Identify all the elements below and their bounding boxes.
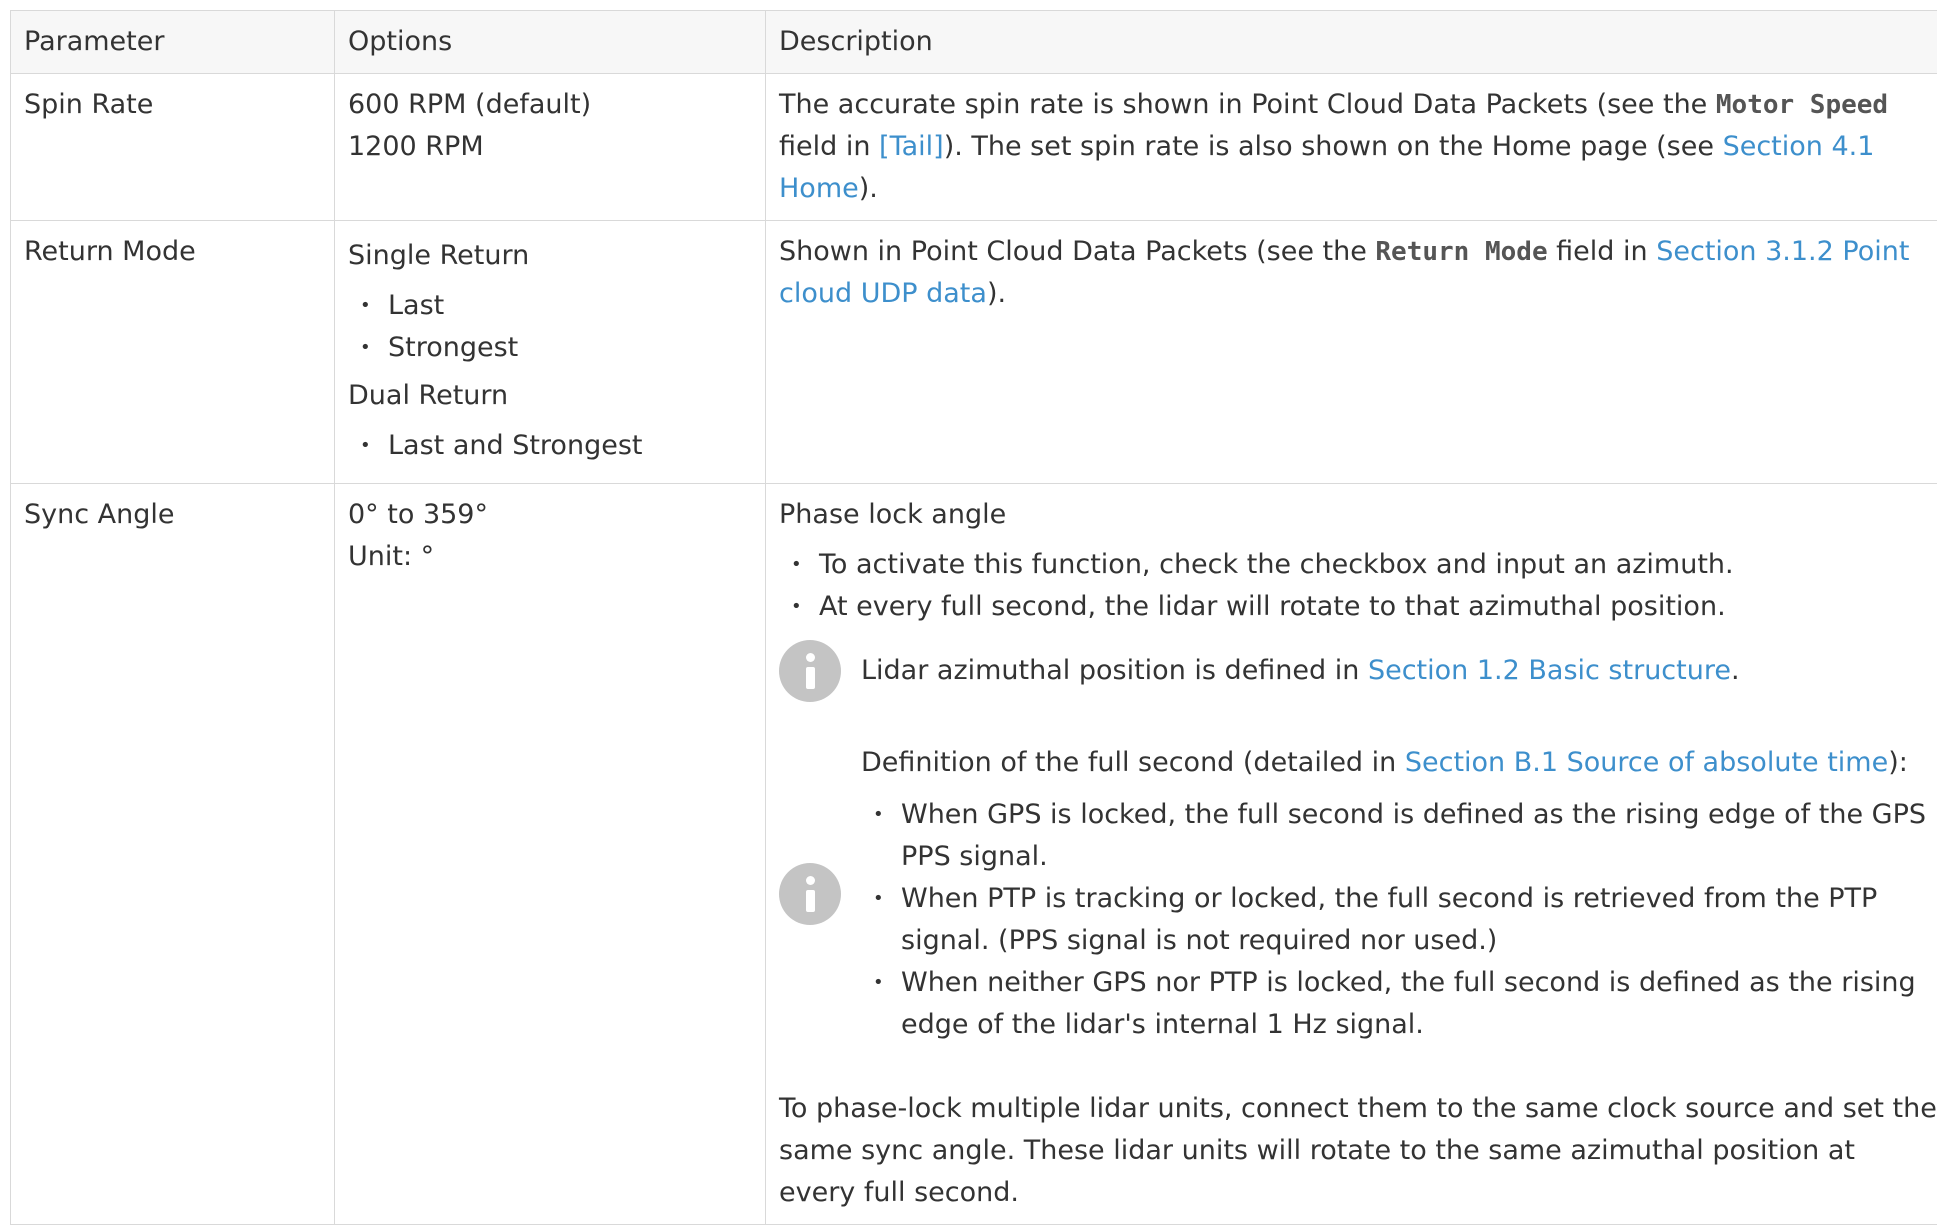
option-value: 600 RPM (default) xyxy=(348,84,752,126)
list-item: When GPS is locked, the full second is d… xyxy=(861,794,1937,878)
tail-link[interactable]: [Tail] xyxy=(879,131,944,162)
list-item: When PTP is tracking or locked, the full… xyxy=(861,878,1937,962)
parameter-cell: Return Mode xyxy=(11,221,335,484)
parameter-cell: Spin Rate xyxy=(11,74,335,221)
note-text-part: ): xyxy=(1888,747,1908,778)
note-text: Lidar azimuthal position is defined in S… xyxy=(861,650,1937,692)
list-item: At every full second, the lidar will rot… xyxy=(779,586,1937,628)
note-box: Definition of the full second (detailed … xyxy=(779,742,1937,1046)
note-text-part: Definition of the full second (detailed … xyxy=(861,747,1405,778)
option-group-label: Single Return xyxy=(348,235,752,277)
note-text-part: . xyxy=(1731,655,1740,686)
desc-text: The accurate spin rate is shown in Point… xyxy=(779,89,1716,120)
info-icon xyxy=(779,640,841,702)
description-cell: Phase lock angle To activate this functi… xyxy=(766,484,1937,1225)
header-options: Options xyxy=(335,11,766,74)
list-item: To activate this function, check the che… xyxy=(779,544,1937,586)
list-item: Last and Strongest xyxy=(348,425,752,467)
note-text-part: Lidar azimuthal position is defined in xyxy=(861,655,1368,686)
description-cell: The accurate spin rate is shown in Point… xyxy=(766,74,1937,221)
note-bullet-list: When GPS is locked, the full second is d… xyxy=(861,794,1937,1046)
field-code: Motor Speed xyxy=(1716,90,1888,120)
desc-text: field in xyxy=(1548,236,1657,267)
desc-bullet-list: To activate this function, check the che… xyxy=(779,544,1937,628)
note-intro: Definition of the full second (detailed … xyxy=(861,742,1937,784)
note-box: Lidar azimuthal position is defined in S… xyxy=(779,640,1937,702)
option-group-label: Dual Return xyxy=(348,375,752,417)
option-list: Last Strongest xyxy=(348,285,752,369)
list-item: Strongest xyxy=(348,327,752,369)
option-list: Last and Strongest xyxy=(348,425,752,467)
table-row: Sync Angle 0° to 359° Unit: ° Phase lock… xyxy=(11,484,1937,1225)
table-row: Spin Rate 600 RPM (default) 1200 RPM The… xyxy=(11,74,1937,221)
options-cell: 0° to 359° Unit: ° xyxy=(335,484,766,1225)
options-cell: Single Return Last Strongest Dual Return… xyxy=(335,221,766,484)
desc-text: ). xyxy=(987,278,1006,309)
info-icon xyxy=(779,863,841,925)
table-header-row: Parameter Options Description xyxy=(11,11,1937,74)
desc-title: Phase lock angle xyxy=(779,494,1937,536)
desc-paragraph: To phase-lock multiple lidar units, conn… xyxy=(779,1088,1937,1214)
section-structure-link[interactable]: Section 1.2 Basic structure xyxy=(1368,655,1731,686)
options-cell: 600 RPM (default) 1200 RPM xyxy=(335,74,766,221)
desc-text: ). xyxy=(859,173,878,204)
option-value: 1200 RPM xyxy=(348,126,752,168)
description-cell: Shown in Point Cloud Data Packets (see t… xyxy=(766,221,1937,484)
header-description: Description xyxy=(766,11,1937,74)
parameter-table: Parameter Options Description Spin Rate … xyxy=(10,10,1937,1225)
desc-text: ). The set spin rate is also shown on th… xyxy=(944,131,1723,162)
desc-text: field in xyxy=(779,131,879,162)
list-item: Last xyxy=(348,285,752,327)
option-value: Unit: ° xyxy=(348,536,752,578)
option-value: 0° to 359° xyxy=(348,494,752,536)
field-code: Return Mode xyxy=(1375,237,1547,267)
header-parameter: Parameter xyxy=(11,11,335,74)
desc-text: Shown in Point Cloud Data Packets (see t… xyxy=(779,236,1375,267)
section-time-link[interactable]: Section B.1 Source of absolute time xyxy=(1405,747,1888,778)
table-row: Return Mode Single Return Last Strongest… xyxy=(11,221,1937,484)
note-body: Definition of the full second (detailed … xyxy=(861,742,1937,1046)
parameter-cell: Sync Angle xyxy=(11,484,335,1225)
list-item: When neither GPS nor PTP is locked, the … xyxy=(861,962,1937,1046)
